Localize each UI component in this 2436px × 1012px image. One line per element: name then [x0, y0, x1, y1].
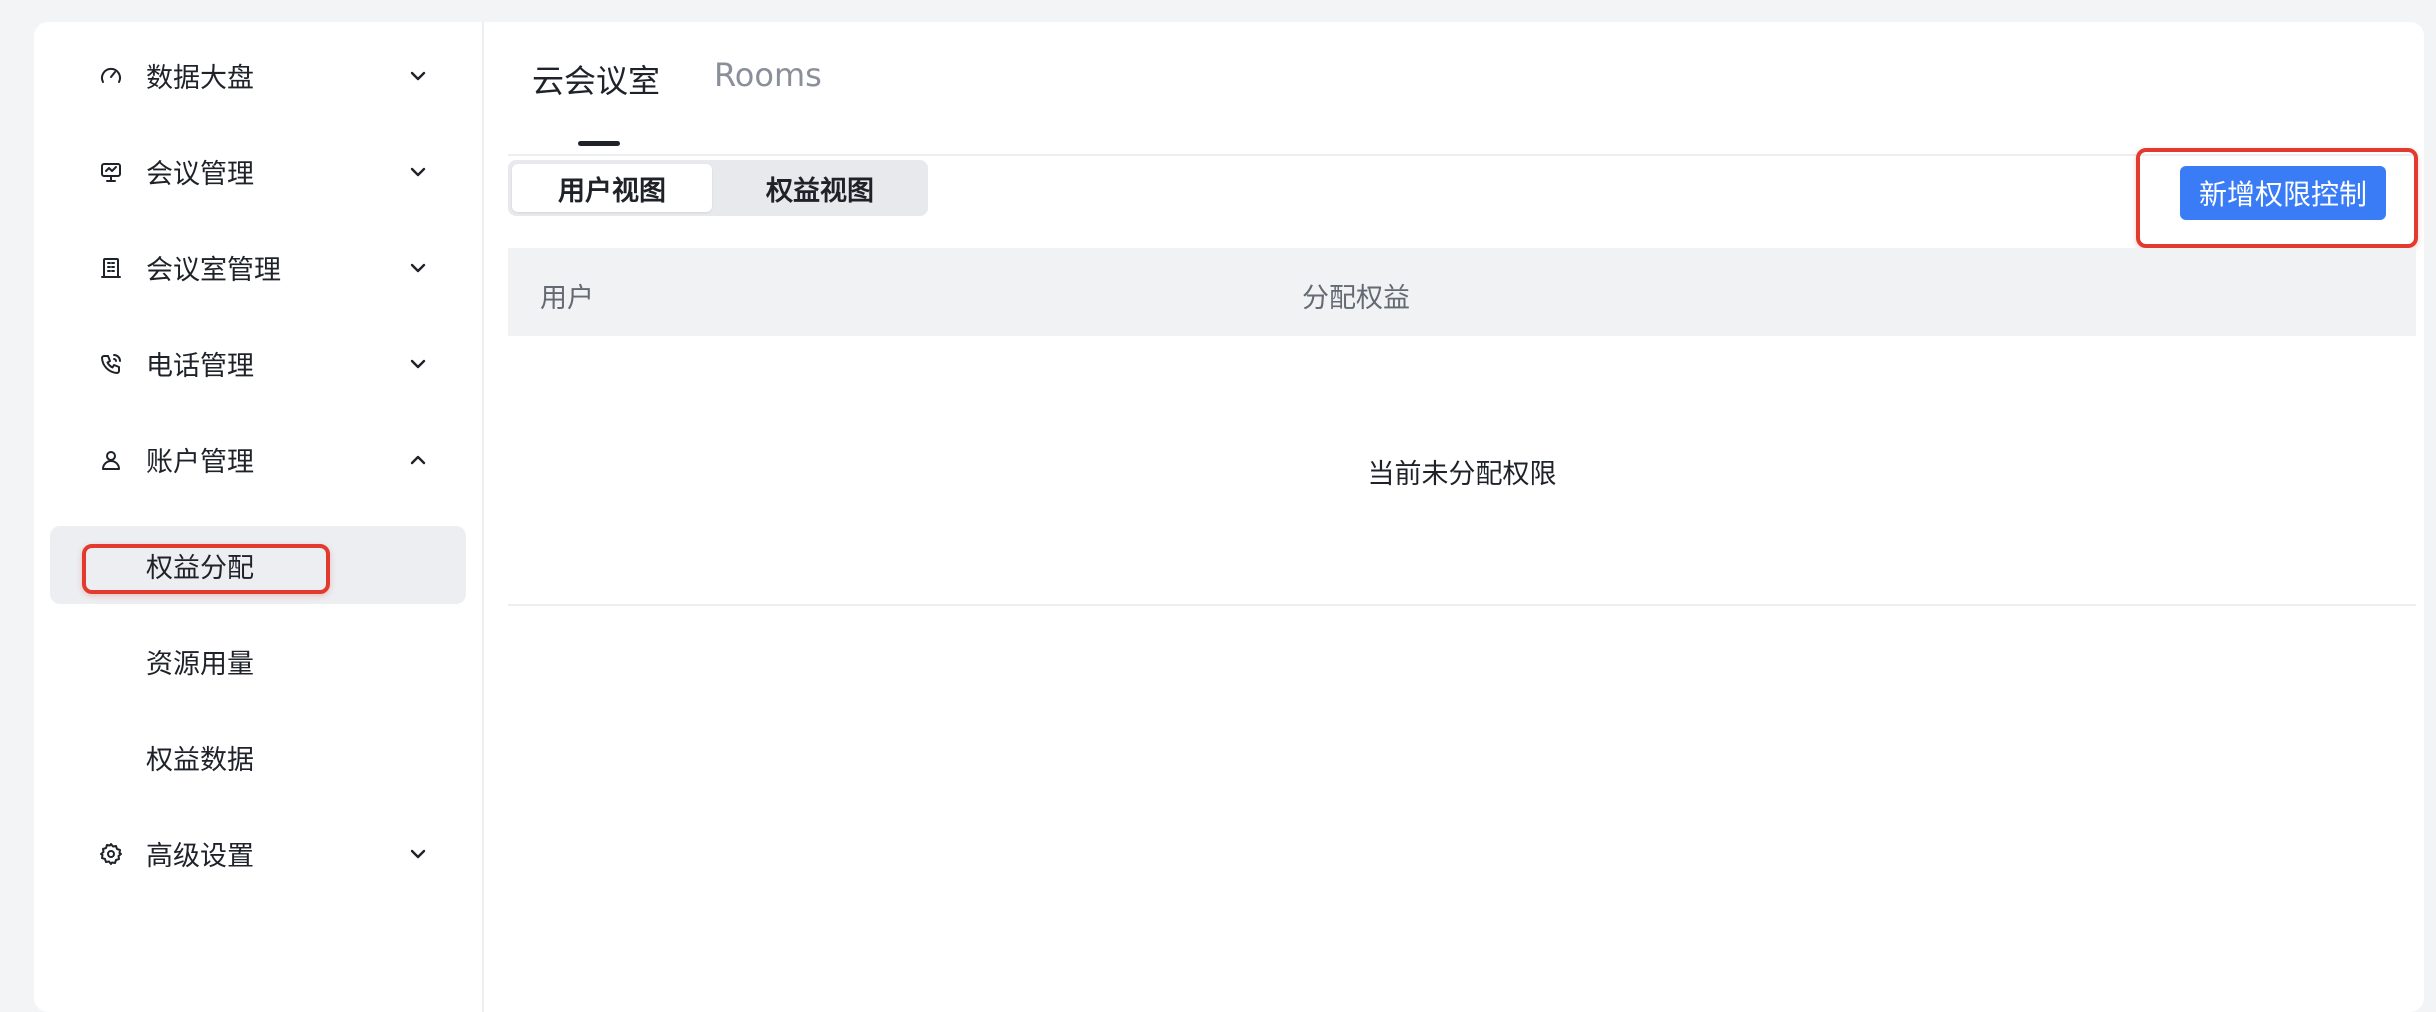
column-header-user: 用户: [540, 283, 594, 314]
sidebar-item-label: 会议室管理: [146, 254, 281, 286]
tab-cloud-meeting-room[interactable]: 云会议室: [532, 56, 660, 102]
sidebar-subitem-label: 资源用量: [146, 648, 254, 680]
tab-rooms[interactable]: Rooms: [714, 56, 822, 94]
column-header-assigned-entitlement: 分配权益: [1302, 283, 1410, 314]
entitlement-view-button[interactable]: 权益视图: [720, 164, 920, 212]
sidebar-item-dashboard[interactable]: 数据大盘: [50, 36, 466, 114]
building-icon: [98, 255, 124, 281]
chevron-up-icon: [406, 448, 430, 472]
chevron-down-icon: [406, 256, 430, 280]
annotation-highlight-box: [2136, 148, 2418, 248]
chevron-down-icon: [406, 352, 430, 376]
sidebar-item-label: 高级设置: [146, 840, 254, 872]
sidebar-item-rooms[interactable]: 会议室管理: [50, 228, 466, 306]
view-switch: 用户视图 权益视图: [508, 160, 928, 216]
active-tab-indicator: [578, 141, 620, 146]
sidebar-item-label: 账户管理: [146, 446, 254, 478]
sidebar-item-meetings[interactable]: 会议管理: [50, 132, 466, 210]
sidebar-item-label: 电话管理: [146, 350, 254, 382]
sidebar: 数据大盘 会议管理 会议室管理 电话管理 账户管理 权益分配 资源用量 权益数据…: [34, 22, 484, 1012]
dashboard-gauge-icon: [98, 63, 124, 89]
phone-icon: [98, 351, 124, 377]
sidebar-item-label: 会议管理: [146, 158, 254, 190]
sidebar-subitem-resource-usage[interactable]: 资源用量: [50, 622, 466, 700]
tabs-divider: [508, 154, 2416, 156]
sidebar-item-accounts[interactable]: 账户管理: [50, 420, 466, 498]
sidebar-subitem-entitlement-data[interactable]: 权益数据: [50, 718, 466, 796]
sidebar-subitem-label: 权益数据: [146, 744, 254, 776]
table-bottom-divider: [508, 604, 2416, 606]
chevron-down-icon: [406, 842, 430, 866]
annotation-highlight-box: [82, 544, 330, 594]
gear-icon: [98, 841, 124, 867]
user-view-button[interactable]: 用户视图: [512, 164, 712, 212]
table-header: 用户 分配权益: [508, 248, 2416, 336]
sidebar-item-phone[interactable]: 电话管理: [50, 324, 466, 402]
main-card: 数据大盘 会议管理 会议室管理 电话管理 账户管理 权益分配 资源用量 权益数据…: [34, 22, 2424, 1012]
user-icon: [98, 447, 124, 473]
chevron-down-icon: [406, 160, 430, 184]
sidebar-item-label: 数据大盘: [146, 62, 254, 94]
chevron-down-icon: [406, 64, 430, 88]
sidebar-item-advanced-settings[interactable]: 高级设置: [50, 814, 466, 892]
monitor-icon: [98, 159, 124, 185]
empty-state-text: 当前未分配权限: [1367, 459, 1557, 490]
